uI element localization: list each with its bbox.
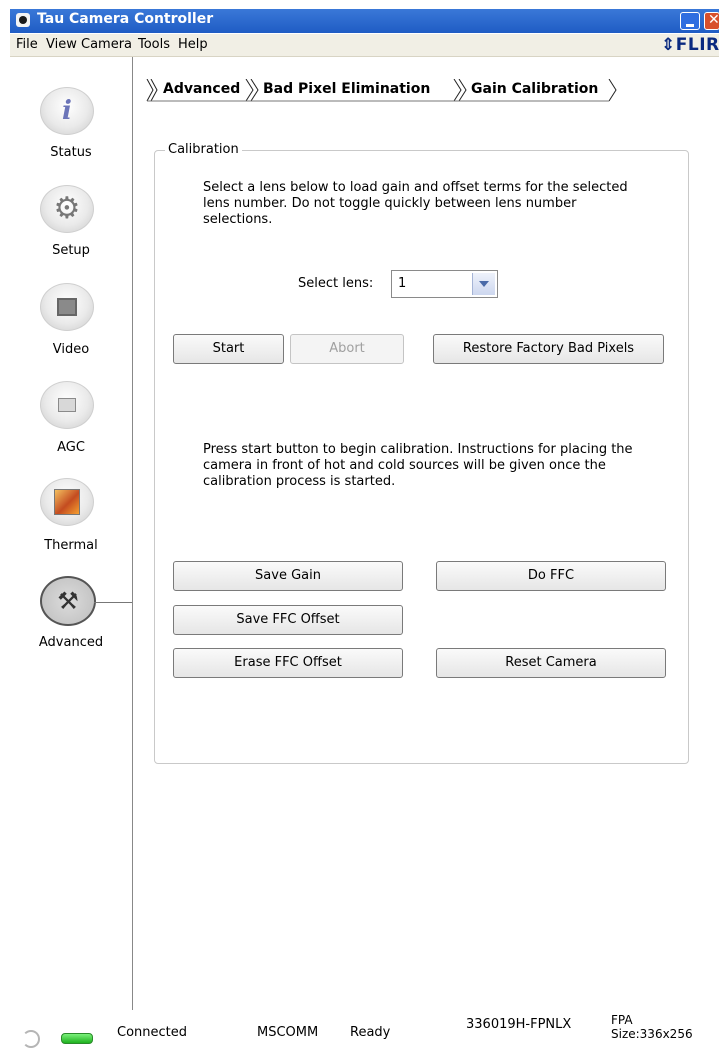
abort-button[interactable]: Abort [290,334,404,364]
save-gain-button[interactable]: Save Gain [173,561,403,591]
nav-advanced-label: Advanced [38,635,104,650]
start-instructions: Press start button to begin calibration.… [203,442,633,489]
menu-camera[interactable]: Camera [81,37,132,52]
breadcrumb: Advanced Bad Pixel Elimination Gain Cali… [133,79,633,102]
window-title: Tau Camera Controller [37,11,214,27]
connection-status: Connected [117,1025,188,1040]
menu-file[interactable]: File [16,37,38,52]
fpa-size: FPA Size:336x256 [611,1013,693,1041]
nav-agc-label: AGC [57,440,85,455]
connection-led-icon [61,1033,93,1044]
erase-ffc-offset-button[interactable]: Erase FFC Offset [173,648,403,678]
gear-icon[interactable]: ⚙ [40,185,94,233]
port-status: MSCOMM [257,1025,319,1040]
fpa-size-value: Size:336x256 [611,1027,693,1041]
monitor-icon[interactable] [40,283,94,331]
close-button[interactable]: ✕ [704,12,719,30]
nav-setup-label: Setup [52,243,90,258]
breadcrumb-gain-calibration[interactable]: Gain Calibration [471,79,598,101]
do-ffc-button[interactable]: Do FFC [436,561,666,591]
menu-help[interactable]: Help [178,37,208,52]
menu-tools[interactable]: Tools [138,37,170,52]
lens-select[interactable]: 1 [391,270,498,298]
menu-view[interactable]: View [46,37,77,52]
nav-sidebar: i Status ⚙ Setup Video AGC Thermal ⚒ Adv… [10,57,142,1053]
info-icon[interactable]: i [40,87,94,135]
nav-thermal-label: Thermal [44,538,98,553]
calibration-group-label: Calibration [165,142,242,157]
lens-instructions: Select a lens below to load gain and off… [203,180,628,227]
refresh-icon[interactable] [22,1030,40,1048]
title-bar: Tau Camera Controller ✕ [10,9,719,33]
chevron-down-icon[interactable] [472,273,495,295]
tools-icon[interactable]: ⚒ [40,576,96,626]
start-button[interactable]: Start [173,334,284,364]
menu-bar: File View Camera Tools Help ⇕FLIR [10,34,719,57]
ready-status: Ready [350,1025,391,1040]
breadcrumb-advanced[interactable]: Advanced [163,79,240,101]
reset-camera-button[interactable]: Reset Camera [436,648,666,678]
minimize-button[interactable] [680,12,700,30]
flir-logo: ⇕FLIR [661,35,719,55]
nav-status-label: Status [50,145,92,160]
save-ffc-offset-button[interactable]: Save FFC Offset [173,605,403,635]
restore-factory-bad-pixels-button[interactable]: Restore Factory Bad Pixels [433,334,664,364]
thermal-icon[interactable] [40,478,94,526]
select-lens-label: Select lens: [298,276,374,291]
part-number: 336019H-FPNLX [466,1017,572,1032]
lens-select-value: 1 [398,276,407,291]
status-bar: Connected MSCOMM Ready 336019H-FPNLX FPA… [10,1010,719,1053]
fpa-label: FPA [611,1013,633,1027]
breadcrumb-bad-pixel[interactable]: Bad Pixel Elimination [263,79,430,101]
agc-icon[interactable] [40,381,94,429]
nav-video-label: Video [52,342,90,357]
app-icon [16,13,30,27]
